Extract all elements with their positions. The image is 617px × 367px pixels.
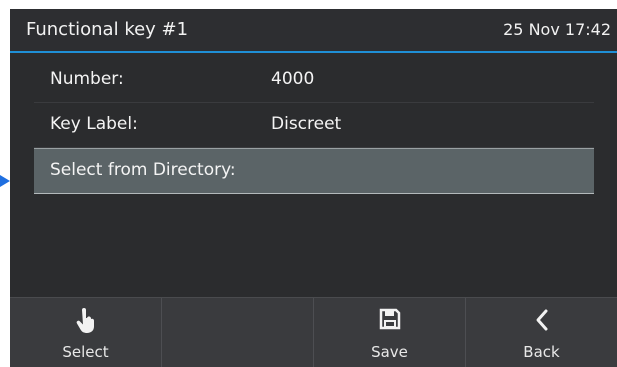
page-title: Functional key #1 (26, 19, 189, 40)
chevron-left-icon (466, 308, 617, 334)
field-label: Select from Directory: (50, 160, 236, 180)
softkey-empty[interactable] (162, 298, 313, 367)
softkey-back[interactable]: Back (466, 298, 617, 367)
field-label: Key Label: (50, 114, 138, 134)
phone-screen: Functional key #1 25 Nov 17:42 Number: 4… (10, 9, 617, 367)
floppy-disk-icon (314, 308, 465, 334)
field-select-from-directory[interactable]: Select from Directory: (34, 148, 594, 194)
softkey-save[interactable]: Save (314, 298, 465, 367)
field-value: 4000 (271, 69, 315, 89)
field-number[interactable]: Number: 4000 (34, 58, 594, 103)
softkey-select[interactable]: Select (10, 298, 161, 367)
selection-pointer-icon (0, 175, 10, 187)
softkey-label: Back (523, 343, 560, 361)
field-value: Discreet (271, 114, 342, 134)
field-label: Number: (50, 69, 124, 89)
field-key-label[interactable]: Key Label: Discreet (34, 103, 594, 148)
softkey-bar: Select Save Back (10, 297, 617, 367)
softkey-label: Select (62, 343, 109, 361)
softkey-label: Save (371, 343, 408, 361)
date-time: 25 Nov 17:42 (503, 20, 611, 39)
title-bar: Functional key #1 25 Nov 17:42 (10, 9, 617, 53)
hand-pointer-icon (10, 308, 161, 334)
